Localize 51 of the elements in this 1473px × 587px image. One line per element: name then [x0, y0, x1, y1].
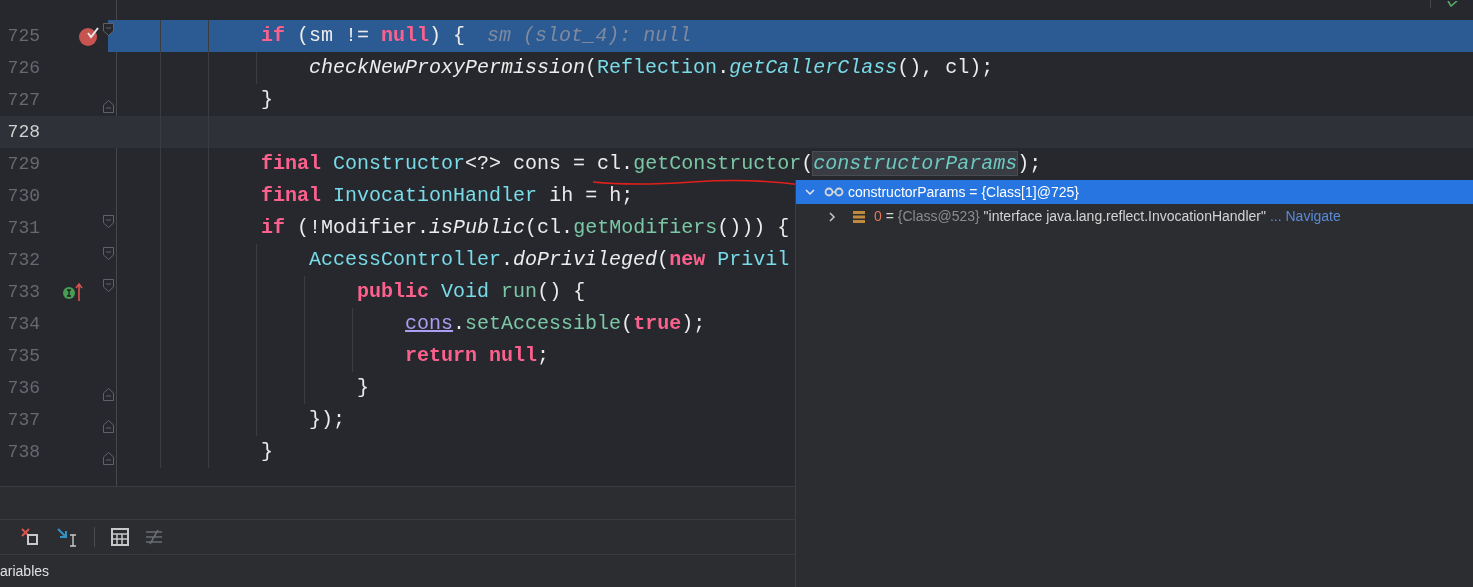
code-line: return null; [404, 343, 550, 369]
run-to-cursor-icon[interactable] [56, 527, 78, 547]
tree-row[interactable]: 0 = {Class@523} "interface java.lang.reflect.InvocationHandler" ... Navigate [796, 204, 1473, 229]
caret-icon[interactable] [804, 186, 816, 198]
fold-marker-icon[interactable] [103, 279, 114, 292]
line-number: 729 [6, 152, 40, 176]
line-number: 730 [6, 184, 40, 208]
line-number: 732 [6, 248, 40, 272]
code-line: if (!Modifier.isPublic(cl.getModifiers())) { [260, 215, 790, 241]
code-line: public Void run() { [356, 279, 586, 305]
code-line: } [260, 439, 274, 465]
fold-marker-icon[interactable] [103, 215, 114, 228]
line-number: 728 [6, 120, 40, 144]
line-number: 738 [6, 440, 40, 464]
inline-value-hint: sm (slot_4): null [487, 23, 692, 49]
line-number: 733 [6, 280, 40, 304]
variables-tab[interactable]: ariables [0, 560, 50, 582]
code-line: final Constructor<?> cons = cl.getConstructor(constructorParams); [260, 151, 1042, 177]
code-line: }); [308, 407, 346, 433]
remove-icon[interactable] [20, 527, 40, 547]
breakpoint-icon[interactable] [78, 25, 100, 47]
line-number: 725 [6, 24, 40, 48]
line-number: 726 [6, 56, 40, 80]
variable-text: 0 = {Class@523} "interface java.lang.reflect.InvocationHandler" [874, 207, 1266, 226]
line-number: 727 [6, 88, 40, 112]
fold-marker-icon[interactable] [103, 388, 114, 401]
field-stack-icon [852, 209, 866, 224]
calculator-icon[interactable] [111, 528, 129, 546]
line-number: 731 [6, 216, 40, 240]
navigate-link[interactable]: ... Navigate [1269, 206, 1341, 227]
line-number: 736 [6, 376, 40, 400]
line-number: 734 [6, 312, 40, 336]
code-line: final InvocationHandler ih = h; [260, 183, 634, 209]
code-line: checkNewProxyPermission(Reflection.getCallerClass(), cl); [308, 55, 994, 81]
fold-marker-icon[interactable] [103, 23, 114, 36]
fold-marker-icon[interactable] [103, 420, 114, 433]
fold-marker-icon[interactable] [103, 452, 114, 465]
line-number: 737 [6, 408, 40, 432]
fold-marker-icon[interactable] [103, 247, 114, 260]
caret-icon[interactable] [826, 210, 838, 223]
implements-icon[interactable] [62, 281, 84, 303]
code-line: AccessController.doPrivileged(new Privil [308, 247, 790, 273]
code-line: if (sm != null) { [260, 23, 466, 49]
variable-text: constructorParams = {Class[1]@725} [848, 182, 1079, 202]
code-line: cons.setAccessible(true); [404, 311, 706, 337]
tree-row[interactable]: constructorParams = {Class[1]@725} [796, 180, 1473, 204]
code-line: } [260, 87, 274, 113]
glasses-icon [824, 187, 844, 197]
line-number: 735 [6, 344, 40, 368]
code-line: } [356, 375, 370, 401]
fold-marker-icon[interactable] [103, 100, 114, 113]
